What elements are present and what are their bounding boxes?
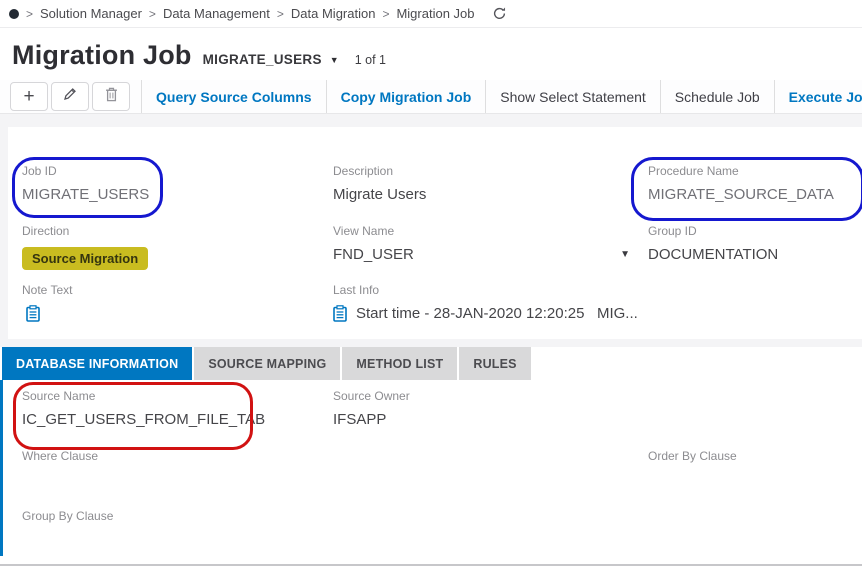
direction-badge: Source Migration <box>22 247 149 270</box>
page-header: Migration Job MIGRATE_USERS ▼ 1 of 1 <box>12 40 386 71</box>
field-source-name: Source Name IC_GET_USERS_FROM_FILE_TAB <box>22 389 265 428</box>
trash-icon <box>105 87 118 107</box>
plus-icon: + <box>23 86 35 107</box>
group-id-label: Group ID <box>648 224 697 238</box>
description-label: Description <box>333 164 394 178</box>
procedure-name-label: Procedure Name <box>648 164 739 178</box>
page-title: Migration Job <box>12 40 192 70</box>
record-id: MIGRATE_USERS <box>202 52 322 67</box>
breadcrumb-item-data-management[interactable]: Data Management <box>163 6 270 21</box>
breadcrumb-separator: > <box>382 6 390 21</box>
source-owner-value: IFSAPP <box>333 411 387 428</box>
group-by-clause-label: Group By Clause <box>22 509 114 523</box>
breadcrumb-separator: > <box>148 6 156 21</box>
delete-button[interactable] <box>92 82 130 111</box>
field-source-owner: Source Owner IFSAPP <box>333 389 410 428</box>
procedure-name-value: MIGRATE_SOURCE_DATA <box>648 186 834 203</box>
field-description: Description Migrate Users <box>333 164 426 203</box>
field-note-text: Note Text <box>22 283 72 322</box>
command-toolbar: + Query Source Columns Copy Migration Jo… <box>0 80 862 114</box>
copy-migration-job-button[interactable]: Copy Migration Job <box>325 80 486 113</box>
note-icon <box>333 305 347 322</box>
record-position: 1 of 1 <box>354 53 386 67</box>
field-view-name: View Name FND_USER ▼ <box>333 224 630 263</box>
where-clause-label: Where Clause <box>22 449 99 463</box>
app-menu-dot-icon[interactable] <box>9 8 19 19</box>
source-name-label: Source Name <box>22 389 96 403</box>
tab-database-information[interactable]: DATABASE INFORMATION <box>2 347 193 380</box>
tab-source-mapping[interactable]: SOURCE MAPPING <box>194 347 341 380</box>
breadcrumb-separator: > <box>276 6 284 21</box>
description-value: Migrate Users <box>333 186 427 203</box>
order-by-clause-label: Order By Clause <box>648 449 737 463</box>
last-info-open[interactable]: Start time - 28-JAN-2020 12:20:25 MIG... <box>333 305 638 322</box>
job-id-value: MIGRATE_USERS <box>22 186 150 203</box>
field-last-info: Last Info Start time - 28-JAN-2020 12:20… <box>333 283 638 322</box>
tab-strip: DATABASE INFORMATION SOURCE MAPPING METH… <box>2 347 531 380</box>
direction-label: Direction <box>22 224 70 238</box>
breadcrumb-separator: > <box>26 6 34 21</box>
breadcrumb-item-solution-manager[interactable]: Solution Manager <box>40 6 142 21</box>
show-select-statement-button[interactable]: Show Select Statement <box>485 80 660 113</box>
schedule-job-button[interactable]: Schedule Job <box>659 80 774 113</box>
note-text-open[interactable] <box>26 305 72 322</box>
field-direction: Direction Source Migration <box>22 224 149 270</box>
view-name-label: View Name <box>333 224 395 238</box>
breadcrumb: > Solution Manager > Data Management > D… <box>0 0 862 28</box>
tab-method-list[interactable]: METHOD LIST <box>342 347 458 380</box>
note-icon <box>26 305 40 322</box>
view-name-dropdown-caret-icon[interactable]: ▼ <box>620 249 630 260</box>
source-owner-label: Source Owner <box>333 389 410 403</box>
refresh-icon[interactable] <box>492 6 507 21</box>
tab-rules[interactable]: RULES <box>459 347 531 380</box>
field-job-id: Job ID MIGRATE_USERS <box>22 164 149 203</box>
view-name-value: FND_USER <box>333 246 414 263</box>
job-id-label: Job ID <box>22 164 57 178</box>
execute-job-button[interactable]: Execute Job <box>773 80 862 113</box>
field-where-clause: Where Clause <box>22 449 98 471</box>
breadcrumb-item-migration-job[interactable]: Migration Job <box>396 6 474 21</box>
edit-button[interactable] <box>51 82 89 111</box>
breadcrumb-item-data-migration[interactable]: Data Migration <box>291 6 376 21</box>
migration-job-page: > Solution Manager > Data Management > D… <box>0 0 862 574</box>
page-bottom-divider <box>0 564 862 566</box>
pencil-icon <box>63 87 77 106</box>
group-id-value: DOCUMENTATION <box>648 246 779 263</box>
add-button[interactable]: + <box>10 82 48 111</box>
crud-button-group: + <box>0 80 141 113</box>
query-source-columns-button[interactable]: Query Source Columns <box>141 80 326 113</box>
last-info-value: Start time - 28-JAN-2020 12:20:25 MIG... <box>356 305 638 322</box>
field-procedure-name: Procedure Name MIGRATE_SOURCE_DATA <box>648 164 834 203</box>
last-info-label: Last Info <box>333 283 380 297</box>
note-text-label: Note Text <box>22 283 73 297</box>
field-group-by-clause: Group By Clause <box>22 509 113 531</box>
record-selector-caret-icon[interactable]: ▼ <box>330 55 339 65</box>
field-group-id: Group ID DOCUMENTATION <box>648 224 778 263</box>
source-name-value: IC_GET_USERS_FROM_FILE_TAB <box>22 411 266 428</box>
field-order-by-clause: Order By Clause <box>648 449 737 471</box>
